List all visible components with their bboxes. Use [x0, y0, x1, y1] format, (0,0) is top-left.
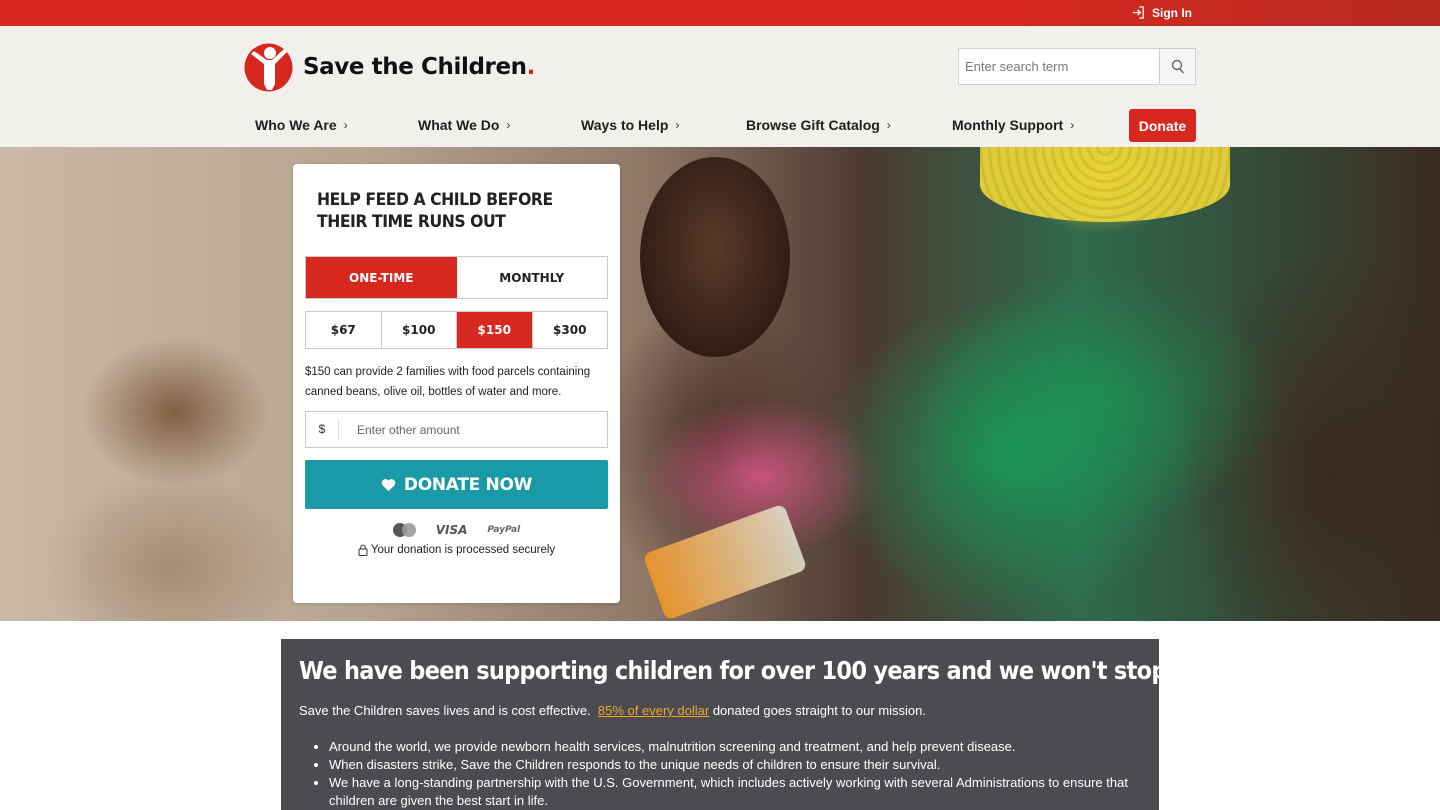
info-lead-text: Save the Children saves lives and is cos… [299, 703, 591, 718]
donation-card-title: HELP FEED A CHILD BEFORE THEIR TIME RUNS… [317, 190, 553, 232]
amount-option[interactable]: $300 [533, 312, 608, 348]
visa-icon: VISA [435, 523, 468, 537]
site-header: Save the Children. Who We Are › What We … [0, 26, 1440, 147]
chevron-right-icon: › [1070, 118, 1075, 132]
nav-item-monthly-support[interactable]: Monthly Support › [952, 117, 1074, 133]
currency-symbol: $ [306, 419, 339, 440]
list-item: We have a long-standing partnership with… [329, 774, 1129, 810]
info-bullet-list: Around the world, we provide newborn hea… [329, 738, 1129, 810]
mastercard-icon [392, 523, 416, 537]
payment-methods: VISA PayPal [293, 523, 620, 537]
other-amount-field: $ [305, 411, 608, 448]
hero-image [0, 147, 1440, 621]
nav-item-label: What We Do [418, 117, 500, 133]
search-box [958, 48, 1196, 85]
amount-option[interactable]: $67 [306, 312, 382, 348]
impact-description: $150 can provide 2 families with food pa… [305, 366, 591, 398]
frequency-monthly[interactable]: MONTHLY [457, 257, 608, 298]
top-bar: Sign In [0, 0, 1440, 26]
donate-now-button[interactable]: DONATE NOW [305, 460, 608, 509]
logo-text: Save the Children. [303, 54, 535, 80]
nav-item-label: Ways to Help [581, 117, 669, 133]
hero-beads-shape [980, 147, 1230, 222]
cost-effective-link[interactable]: 85% of every dollar [598, 703, 709, 718]
frequency-toggle: ONE-TIME MONTHLY [305, 256, 608, 299]
chevron-right-icon: › [506, 118, 511, 132]
amount-option[interactable]: $100 [382, 312, 457, 348]
search-button[interactable] [1159, 49, 1195, 84]
info-panel: We have been supporting children for ove… [281, 639, 1231, 810]
info-title: We have been supporting children for ove… [299, 656, 1231, 685]
nav-item-who-we-are[interactable]: Who We Are › [255, 117, 348, 133]
amount-option-selected[interactable]: $150 [457, 312, 533, 348]
donation-card: HELP FEED A CHILD BEFORE THEIR TIME RUNS… [293, 164, 620, 603]
search-icon [1171, 59, 1184, 73]
nav-item-browse-gift-catalog[interactable]: Browse Gift Catalog › [746, 117, 891, 133]
main-nav: Who We Are › What We Do › Ways to Help ›… [0, 109, 1440, 142]
paypal-icon: PayPal [487, 525, 521, 535]
nav-item-what-we-do[interactable]: What We Do › [418, 117, 510, 133]
amount-options: $67 $100 $150 $300 [305, 311, 608, 349]
hero-hen-shape [80, 337, 270, 487]
chevron-right-icon: › [675, 118, 680, 132]
nav-item-ways-to-help[interactable]: Ways to Help › [581, 117, 679, 133]
sign-in-label: Sign In [1152, 5, 1192, 20]
logo-child-icon [244, 43, 293, 92]
chevron-right-icon: › [886, 118, 891, 132]
secure-text: Your donation is processed securely [370, 544, 556, 556]
sign-in-link[interactable]: Sign In [1131, 5, 1192, 20]
search-input[interactable] [959, 49, 1159, 84]
list-item: Around the world, we provide newborn hea… [329, 738, 1129, 756]
nav-item-label: Monthly Support [952, 117, 1064, 133]
logo[interactable]: Save the Children. [243, 40, 535, 93]
other-amount-input[interactable] [339, 422, 607, 437]
sign-in-icon [1132, 6, 1144, 19]
list-item: When disasters strike, Save the Children… [329, 756, 1129, 774]
hero-child-shape [640, 157, 790, 357]
secure-note: Your donation is processed securely [293, 544, 620, 556]
heart-icon [381, 478, 396, 491]
info-lead-text-after: donated goes straight to our mission. [712, 703, 927, 718]
lock-icon [358, 544, 368, 556]
nav-item-label: Browse Gift Catalog [746, 117, 880, 133]
chevron-right-icon: › [343, 118, 348, 132]
frequency-one-time[interactable]: ONE-TIME [306, 257, 457, 298]
donate-now-label: DONATE NOW [403, 474, 533, 495]
info-lead: Save the Children saves lives and is cos… [299, 703, 926, 718]
nav-item-label: Who We Are [255, 117, 337, 133]
logo-name: Save the Children [303, 53, 527, 80]
header-donate-button[interactable]: Donate [1129, 109, 1196, 142]
logo-dot: . [526, 53, 536, 80]
